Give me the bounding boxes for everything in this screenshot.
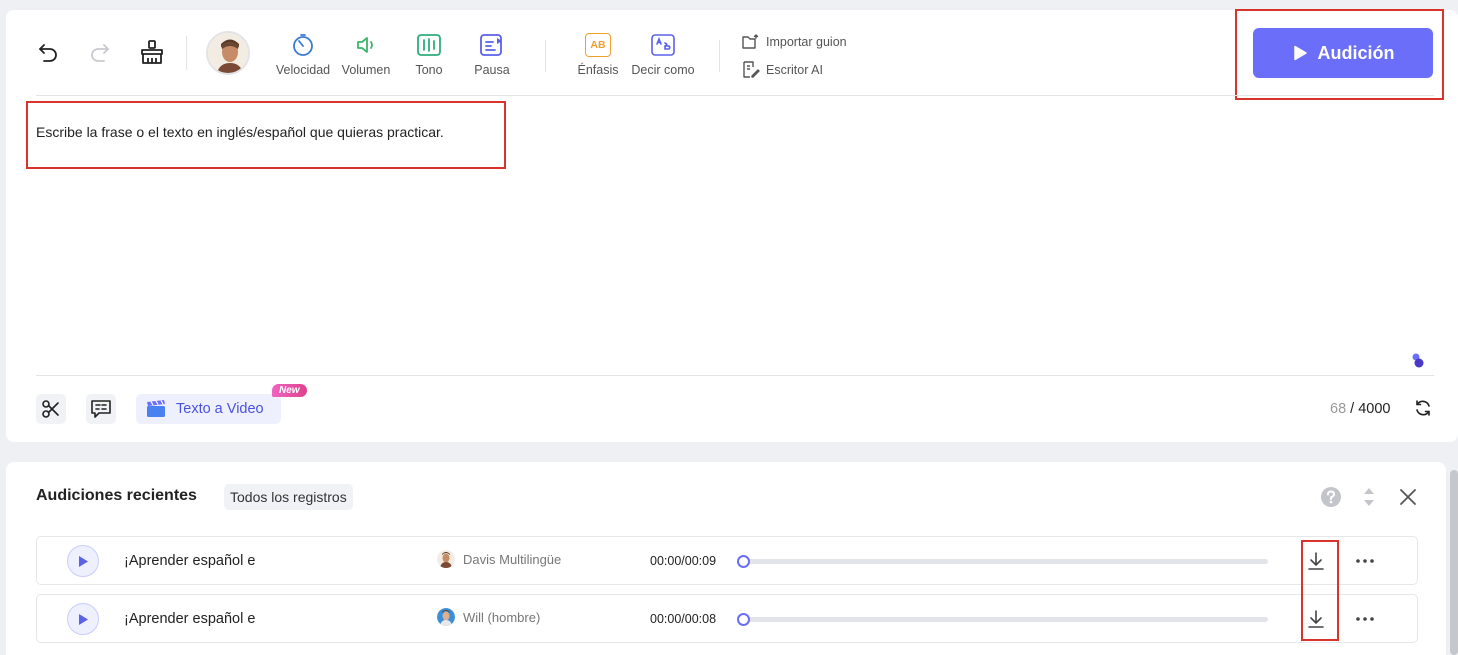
close-icon[interactable] (1399, 488, 1417, 506)
table-row: ¡Aprender español e Will (hombre) 00:00/… (36, 594, 1418, 643)
subtitle-button[interactable] (86, 394, 116, 424)
row-time: 00:00/00:08 (650, 612, 717, 626)
import-script-link[interactable]: Importar guion (742, 34, 847, 50)
emphasis-label: Énfasis (577, 63, 619, 77)
toolbar-divider (186, 36, 187, 70)
scrollbar[interactable] (1450, 470, 1458, 655)
say-as-icon (650, 33, 676, 57)
pause-insert-icon (479, 33, 505, 57)
volume-button[interactable]: Volumen (338, 33, 394, 77)
speed-label: Velocidad (275, 63, 331, 77)
refresh-icon[interactable] (1414, 399, 1432, 417)
avatar (437, 608, 455, 626)
row-voice-name: Davis Multilingüe (463, 551, 562, 567)
redo-icon (91, 44, 109, 62)
row-voice-name: Will (hombre) (463, 609, 541, 625)
redo-button[interactable] (88, 40, 112, 64)
toolbar-divider (719, 40, 720, 72)
say-as-button[interactable]: Decir como (628, 33, 698, 77)
row-title: ¡Aprender español e (124, 611, 256, 627)
undo-icon (39, 44, 57, 62)
play-icon (79, 555, 88, 567)
say-as-label: Decir como (631, 63, 695, 77)
grammarly-dots-icon[interactable] (1410, 352, 1426, 370)
progress-track[interactable] (737, 613, 1268, 626)
editor-top-divider (36, 95, 1434, 96)
highlight-box-text (26, 101, 506, 169)
character-counter: 68 / 4000 (1330, 401, 1391, 417)
folder-import-icon (742, 34, 759, 49)
more-icon[interactable] (1355, 609, 1375, 629)
import-script-label: Importar guion (766, 35, 847, 49)
ai-writer-label: Escritor AI (766, 62, 823, 77)
cut-button[interactable] (36, 394, 66, 424)
help-icon[interactable] (1320, 486, 1342, 508)
text-to-video-button[interactable]: Texto a Video (136, 394, 281, 424)
recent-auditions-title: Audiciones recientes (36, 487, 197, 504)
char-count-current: 68 (1330, 401, 1347, 417)
pause-label: Pausa (474, 63, 510, 77)
char-count-max: 4000 (1358, 401, 1391, 417)
highlight-box-download (1301, 540, 1339, 641)
undo-button[interactable] (36, 40, 60, 64)
pitch-button[interactable]: Tono (410, 33, 448, 77)
equalizer-icon (416, 33, 442, 57)
row-voice: Davis Multilingüe (437, 550, 561, 568)
avatar (437, 550, 455, 568)
more-icon[interactable] (1355, 551, 1375, 571)
voice-avatar[interactable] (206, 31, 250, 75)
ai-writer-link[interactable]: Escritor AI (742, 61, 823, 78)
new-badge: New (272, 384, 307, 397)
progress-track[interactable] (737, 555, 1268, 568)
row-voice: Will (hombre) (437, 608, 540, 626)
pause-button[interactable]: Pausa (470, 33, 514, 77)
clear-format-button[interactable] (139, 39, 165, 65)
document-edit-icon (743, 61, 760, 78)
speaker-icon (354, 33, 378, 57)
text-to-video-label: Texto a Video (176, 401, 264, 417)
row-play-button[interactable] (67, 603, 99, 635)
editor-bottom-divider (36, 375, 1434, 376)
speedometer-icon (291, 33, 315, 57)
emphasis-button[interactable]: AB Énfasis (576, 33, 620, 77)
pitch-label: Tono (415, 63, 443, 77)
volume-label: Volumen (341, 63, 391, 77)
emphasis-icon: AB (585, 33, 611, 57)
row-play-button[interactable] (67, 545, 99, 577)
progress-knob[interactable] (737, 613, 750, 626)
speed-button[interactable]: Velocidad (272, 33, 334, 77)
row-title: ¡Aprender español e (124, 553, 256, 569)
char-count-separator: / (1346, 401, 1359, 417)
row-time: 00:00/00:09 (650, 554, 717, 568)
brush-icon (141, 40, 163, 64)
highlight-box-audition (1235, 9, 1444, 100)
all-records-button[interactable]: Todos los registros (224, 484, 353, 510)
caption-icon (91, 400, 111, 418)
toolbar-divider (545, 40, 546, 72)
clapperboard-icon (147, 400, 165, 417)
table-row: ¡Aprender español e Davis Multilingüe 00… (36, 536, 1418, 585)
sort-icon[interactable] (1362, 486, 1376, 508)
play-icon (79, 613, 88, 625)
scissors-icon (42, 400, 59, 418)
progress-knob[interactable] (737, 555, 750, 568)
